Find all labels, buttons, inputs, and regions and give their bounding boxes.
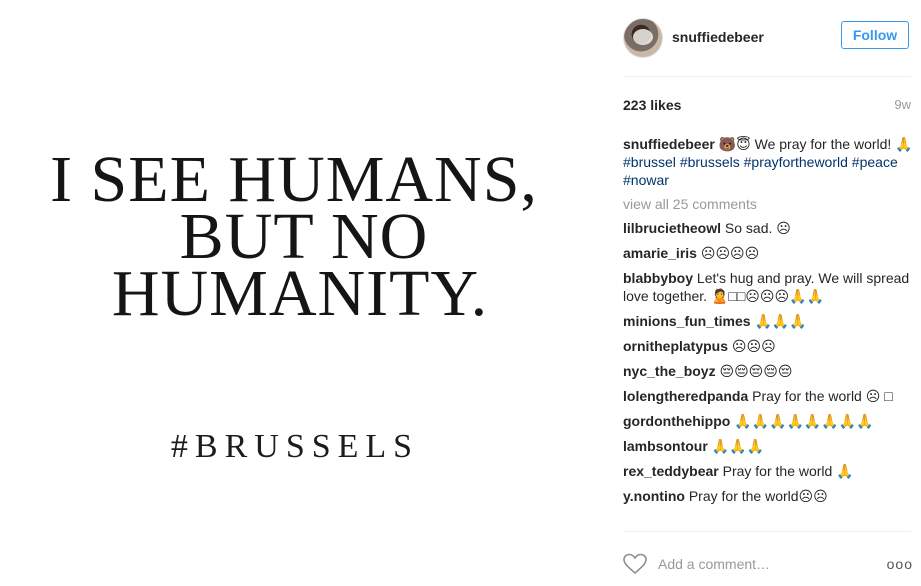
headline-line-3: HUMANITY. — [111, 257, 489, 330]
header-username[interactable]: snuffiedebeer — [672, 29, 764, 45]
hashtag-link[interactable]: #brussels — [680, 154, 740, 170]
comment: amarie_iris ☹☹☹☹ — [623, 244, 913, 262]
comment: minions_fun_times 🙏🙏🙏 — [623, 312, 913, 330]
comment: y.nontino Pray for the world☹☹ — [623, 487, 913, 505]
image-headline: I SEE HUMANS, BUT NO HUMANITY. — [0, 147, 608, 330]
comment-user[interactable]: gordonthehippo — [623, 413, 730, 429]
caption-user[interactable]: snuffiedebeer — [623, 136, 715, 152]
comment-user[interactable]: y.nontino — [623, 488, 685, 504]
avatar[interactable] — [623, 18, 663, 58]
comment: lilbrucietheowl So sad. ☹ — [623, 219, 913, 237]
comment-text: Pray for the world ☹ □ — [752, 388, 893, 404]
post-sidebar: snuffiedebeer Follow 223 likes 9w snuffi… — [608, 0, 921, 586]
headline-line-2: BUT NO — [179, 200, 429, 273]
comment-user[interactable]: ornitheplatypus — [623, 338, 728, 354]
comment-user[interactable]: lilbrucietheowl — [623, 220, 721, 236]
comment: nyc_the_boyz 😔😔😔😔😔 — [623, 362, 913, 380]
comment-user[interactable]: minions_fun_times — [623, 313, 751, 329]
post-image[interactable]: I SEE HUMANS, BUT NO HUMANITY. #BRUSSELS — [0, 0, 608, 586]
comment-bar: Add a comment… ooo — [623, 553, 913, 577]
comments-list: snuffiedebeer 🐻😇 We pray for the world! … — [623, 135, 913, 512]
comment-text: 🙏🙏🙏 — [711, 438, 764, 454]
comment: lolengtheredpanda Pray for the world ☹ □ — [623, 387, 913, 405]
view-all-comments-link[interactable]: view all 25 comments — [623, 195, 913, 213]
comment-text: 😔😔😔😔😔 — [719, 363, 793, 379]
hashtag-link[interactable]: #prayfortheworld — [744, 154, 848, 170]
comment-text: 🙏🙏🙏 — [754, 313, 807, 329]
comment: ornitheplatypus ☹☹☹ — [623, 337, 913, 355]
comment: lambsontour 🙏🙏🙏 — [623, 437, 913, 455]
comment-text: Pray for the world☹☹ — [688, 488, 828, 504]
caption: snuffiedebeer 🐻😇 We pray for the world! … — [623, 135, 913, 189]
more-options-icon[interactable]: ooo — [887, 556, 913, 572]
heart-icon[interactable] — [623, 553, 647, 575]
hashtag-link[interactable]: #brussel — [623, 154, 676, 170]
caption-text: 🐻😇 We pray for the world! 🙏 — [718, 136, 913, 152]
comment-user[interactable]: lambsontour — [623, 438, 708, 454]
comment: gordonthehippo 🙏🙏🙏🙏🙏🙏🙏🙏 — [623, 412, 913, 430]
comment: blabbyboy Let's hug and pray. We will sp… — [623, 269, 913, 305]
add-comment-input[interactable]: Add a comment… — [658, 556, 770, 572]
comment-user[interactable]: nyc_the_boyz — [623, 363, 716, 379]
comment-text: So sad. ☹ — [724, 220, 791, 236]
likes-count[interactable]: 223 likes — [623, 97, 681, 113]
post-header: snuffiedebeer Follow — [623, 18, 911, 58]
avatar-image — [633, 29, 653, 45]
divider — [623, 531, 911, 532]
likes-row: 223 likes 9w — [623, 97, 911, 115]
comment: rex_teddybear Pray for the world 🙏 — [623, 462, 913, 480]
divider — [623, 76, 911, 77]
hashtag-link[interactable]: #peace — [852, 154, 898, 170]
post-time[interactable]: 9w — [894, 97, 911, 112]
comment-user[interactable]: lolengtheredpanda — [623, 388, 748, 404]
comment-text: 🙏🙏🙏🙏🙏🙏🙏🙏 — [734, 413, 874, 429]
hashtag-link[interactable]: #nowar — [623, 172, 669, 188]
comment-user[interactable]: rex_teddybear — [623, 463, 719, 479]
comment-text: ☹☹☹☹ — [700, 245, 760, 261]
comment-user[interactable]: blabbyboy — [623, 270, 693, 286]
comment-user[interactable]: amarie_iris — [623, 245, 697, 261]
comment-text: Pray for the world 🙏 — [722, 463, 854, 479]
follow-button[interactable]: Follow — [841, 21, 909, 49]
image-hashtag: #BRUSSELS — [170, 428, 420, 465]
comment-text: ☹☹☹ — [731, 338, 776, 354]
